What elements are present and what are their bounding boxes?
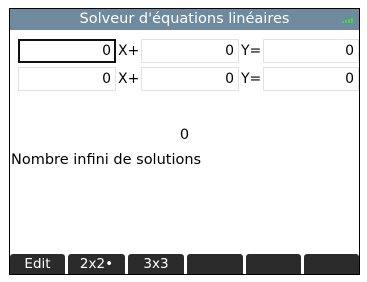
title-bar: Solveur d'équations linéaires: [10, 9, 359, 30]
empty-softkey-4[interactable]: [187, 254, 243, 274]
y-equals-label: Y=: [241, 43, 262, 59]
constant-field[interactable]: 0: [263, 67, 359, 91]
equation-row-2: 0 X+ 0 Y= 0: [10, 67, 359, 92]
app-title: Solveur d'équations linéaires: [79, 11, 290, 27]
battery-icon: [342, 17, 354, 23]
edit-softkey[interactable]: Edit: [10, 254, 65, 274]
3x3-softkey[interactable]: 3x3: [128, 254, 184, 274]
result-message: Nombre infini de solutions: [11, 152, 202, 168]
calculator-screen: Solveur d'équations linéaires 0 X+ 0 Y= …: [9, 8, 360, 275]
equation-row-1: 0 X+ 0 Y= 0: [10, 39, 359, 64]
coefficient-x-field[interactable]: 0: [18, 67, 116, 91]
x-plus-label: X+: [118, 71, 140, 87]
coefficient-y-field[interactable]: 0: [141, 67, 239, 91]
y-equals-label: Y=: [241, 71, 262, 87]
softkey-bar: Edit 2x2• 3x3: [10, 254, 359, 274]
coefficient-x-field[interactable]: 0: [18, 39, 116, 63]
empty-softkey-5[interactable]: [246, 254, 301, 274]
constant-field[interactable]: 0: [263, 39, 359, 63]
coefficient-y-field[interactable]: 0: [141, 39, 239, 63]
2x2-softkey[interactable]: 2x2•: [68, 254, 125, 274]
x-plus-label: X+: [118, 43, 140, 59]
empty-softkey-6[interactable]: [304, 254, 359, 274]
result-value: 0: [179, 127, 190, 143]
